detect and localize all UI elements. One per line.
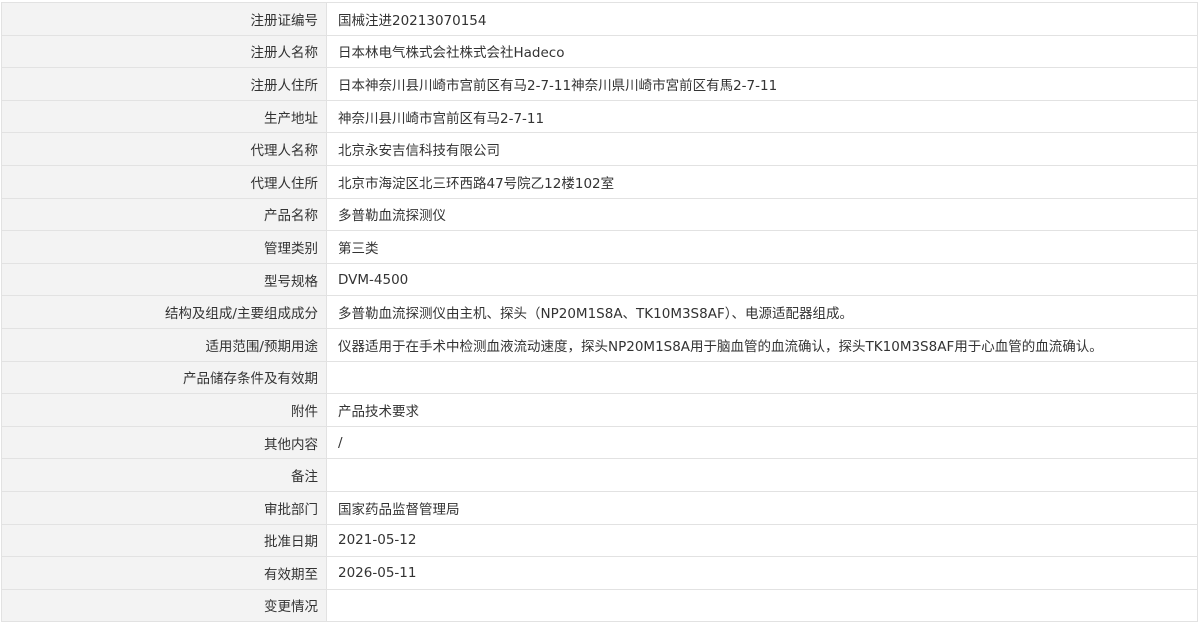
registration-detail-body: 注册证编号 国械注进20213070154 注册人名称 日本林电气株式会社株式会… xyxy=(1,2,1198,623)
table-row: 注册证编号 国械注进20213070154 xyxy=(1,2,1198,36)
field-label: 审批部门 xyxy=(1,490,327,525)
table-row: 代理人名称 北京永安吉信科技有限公司 xyxy=(1,132,1198,166)
field-label: 批准日期 xyxy=(1,523,327,558)
table-row: 产品储存条件及有效期 xyxy=(1,360,1198,395)
field-label: 有效期至 xyxy=(1,556,327,590)
table-row: 产品名称 多普勒血流探测仪 xyxy=(1,197,1198,232)
field-value: 北京永安吉信科技有限公司 xyxy=(326,132,1198,166)
field-label: 型号规格 xyxy=(1,262,327,297)
table-row: 审批部门 国家药品监督管理局 xyxy=(1,490,1198,525)
field-label: 变更情况 xyxy=(1,588,327,623)
table-row: 注册人名称 日本林电气株式会社株式会社Hadeco xyxy=(1,34,1198,69)
field-value xyxy=(326,360,1198,395)
field-value: 国家药品监督管理局 xyxy=(326,490,1198,525)
table-row: 适用范围/预期用途 仪器适用于在手术中检测血液流动速度，探头NP20M1S8A用… xyxy=(1,327,1198,362)
field-value: 2026-05-11 xyxy=(326,556,1198,590)
field-value: 多普勒血流探测仪由主机、探头（NP20M1S8A、TK10M3S8AF）、电源适… xyxy=(326,295,1198,329)
field-value: 产品技术要求 xyxy=(326,393,1198,427)
field-value: 第三类 xyxy=(326,230,1198,264)
field-label: 代理人名称 xyxy=(1,132,327,166)
field-value xyxy=(326,588,1198,623)
field-label: 产品名称 xyxy=(1,197,327,232)
field-label: 代理人住所 xyxy=(1,164,327,199)
field-label: 适用范围/预期用途 xyxy=(1,327,327,362)
field-label: 管理类别 xyxy=(1,230,327,264)
field-label: 注册人住所 xyxy=(1,67,327,101)
field-value xyxy=(326,458,1198,492)
field-label: 产品储存条件及有效期 xyxy=(1,360,327,395)
field-label: 结构及组成/主要组成成分 xyxy=(1,295,327,329)
table-row: 变更情况 xyxy=(1,588,1198,623)
field-value: / xyxy=(326,425,1198,460)
field-value: 北京市海淀区北三环西路47号院乙12楼102室 xyxy=(326,164,1198,199)
field-label: 其他内容 xyxy=(1,425,327,460)
field-value: 2021-05-12 xyxy=(326,523,1198,558)
table-row: 结构及组成/主要组成成分 多普勒血流探测仪由主机、探头（NP20M1S8A、TK… xyxy=(1,295,1198,329)
table-row: 附件 产品技术要求 xyxy=(1,393,1198,427)
field-label: 注册人名称 xyxy=(1,34,327,69)
field-value: 国械注进20213070154 xyxy=(326,2,1198,36)
table-row: 代理人住所 北京市海淀区北三环西路47号院乙12楼102室 xyxy=(1,164,1198,199)
table-row: 有效期至 2026-05-11 xyxy=(1,556,1198,590)
field-label: 生产地址 xyxy=(1,99,327,134)
field-label: 附件 xyxy=(1,393,327,427)
registration-detail-table: 注册证编号 国械注进20213070154 注册人名称 日本林电气株式会社株式会… xyxy=(1,2,1198,623)
table-row: 生产地址 神奈川县川崎市宫前区有马2-7-11 xyxy=(1,99,1198,134)
field-label: 备注 xyxy=(1,458,327,492)
field-value: 神奈川县川崎市宫前区有马2-7-11 xyxy=(326,99,1198,134)
field-value: DVM-4500 xyxy=(326,262,1198,297)
field-value: 多普勒血流探测仪 xyxy=(326,197,1198,232)
field-label: 注册证编号 xyxy=(1,2,327,36)
field-value: 日本神奈川县川崎市宫前区有马2-7-11神奈川県川崎市宮前区有馬2-7-11 xyxy=(326,67,1198,101)
table-row: 其他内容 / xyxy=(1,425,1198,460)
table-row: 备注 xyxy=(1,458,1198,492)
field-value: 仪器适用于在手术中检测血液流动速度，探头NP20M1S8A用于脑血管的血流确认，… xyxy=(326,327,1198,362)
field-value: 日本林电气株式会社株式会社Hadeco xyxy=(326,34,1198,69)
table-row: 型号规格 DVM-4500 xyxy=(1,262,1198,297)
table-row: 批准日期 2021-05-12 xyxy=(1,523,1198,558)
table-row: 管理类别 第三类 xyxy=(1,230,1198,264)
table-row: 注册人住所 日本神奈川县川崎市宫前区有马2-7-11神奈川県川崎市宮前区有馬2-… xyxy=(1,67,1198,101)
